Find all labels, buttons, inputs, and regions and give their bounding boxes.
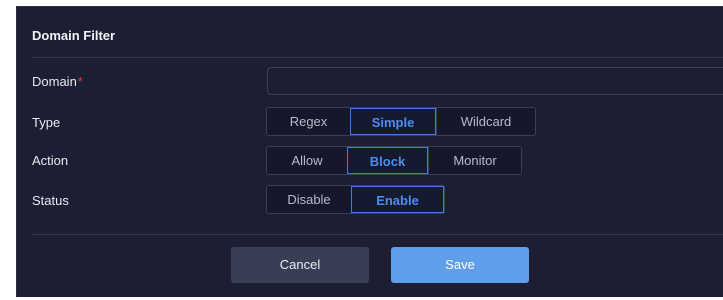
dialog-title: Domain Filter [32,28,116,43]
required-marker: * [77,74,83,89]
domain-label: Domain* [32,74,83,89]
domain-label-text: Domain [32,74,77,89]
status-option-enable[interactable]: Enable [351,186,444,213]
action-option-block[interactable]: Block [347,147,428,174]
action-option-monitor[interactable]: Monitor [428,147,521,174]
cancel-button[interactable]: Cancel [231,247,369,283]
action-option-allow[interactable]: Allow [267,147,347,174]
action-label: Action [32,153,69,168]
status-label: Status [32,193,69,208]
action-segmented-control: Allow Block Monitor [266,146,522,175]
type-label: Type [32,115,61,130]
type-option-simple[interactable]: Simple [350,108,436,135]
status-segmented-control: Disable Enable [266,185,445,214]
status-option-disable[interactable]: Disable [267,186,351,213]
save-button[interactable]: Save [391,247,529,283]
domain-filter-dialog: Domain Filter Domain* Type Regex Simple … [16,6,723,297]
footer-divider [31,234,723,235]
type-segmented-control: Regex Simple Wildcard [266,107,536,136]
domain-input[interactable] [267,67,723,95]
header-divider [31,57,723,58]
type-option-regex[interactable]: Regex [267,108,350,135]
type-option-wildcard[interactable]: Wildcard [436,108,535,135]
